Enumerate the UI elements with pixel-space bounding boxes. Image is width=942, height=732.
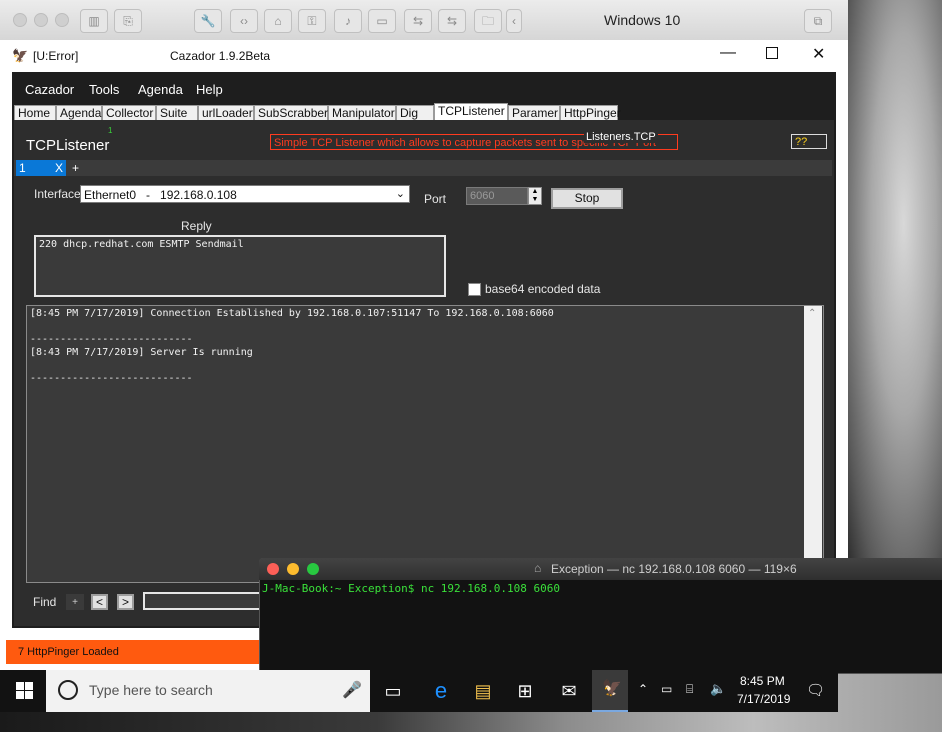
interface-value: Ethernet0 - 192.168.0.108 — [84, 188, 237, 202]
port-label: Port — [424, 192, 447, 206]
log-output[interactable]: [8:45 PM 7/17/2019] Connection Establish… — [26, 305, 824, 583]
banner-overlay: Listeners.TCP — [584, 131, 658, 143]
tab-dig[interactable]: Dig — [396, 105, 434, 121]
find-input[interactable] — [143, 592, 263, 610]
tab-collector[interactable]: Collector — [102, 105, 156, 121]
code-icon[interactable]: ‹› — [230, 9, 258, 33]
snapshot-icon[interactable]: ⎘ — [114, 9, 142, 33]
wallpaper-photo — [846, 0, 942, 560]
log-line: --------------------------- — [30, 373, 193, 384]
app-title-left: [U:Error] — [33, 49, 79, 63]
clock-time[interactable]: 8:45 PM — [740, 674, 785, 688]
drive-icon[interactable]: ⌂ — [264, 9, 292, 33]
taskbar-search-box[interactable]: Type here to search 🎤 — [46, 670, 370, 712]
panel-small-number: 1 — [108, 126, 113, 135]
status-bar: 7 HttpPinger Loaded — [6, 640, 262, 664]
find-next-button[interactable]: > — [117, 594, 134, 610]
notifications-icon[interactable]: 🗨 — [806, 681, 825, 699]
chevron-up-icon[interactable]: ⌃ — [638, 682, 648, 696]
chevron-down-icon: ⌄ — [395, 188, 405, 200]
panel-title: TCPListener — [26, 137, 110, 154]
microphone-icon[interactable]: 🎤 — [342, 680, 362, 700]
cazador-taskbar-app[interactable]: 🦅 — [592, 670, 628, 712]
close-icon[interactable]: ✕ — [812, 44, 825, 64]
tab-subscrabber[interactable]: SubScrabber — [254, 105, 328, 121]
tab-manipulator[interactable]: Manipulator — [328, 105, 396, 121]
speaker-icon[interactable]: ♪ — [334, 9, 362, 33]
maximize-icon[interactable] — [766, 47, 778, 59]
subtab-label: 1 — [19, 161, 26, 175]
folder-share-icon[interactable]: 🗀 — [474, 9, 502, 33]
menu-help[interactable]: Help — [196, 82, 223, 97]
volume-icon[interactable]: 🔈 — [710, 681, 726, 697]
find-prev-button[interactable]: < — [91, 594, 108, 610]
tab-urlloader[interactable]: urlLoader — [198, 105, 254, 121]
reply-textarea[interactable]: 220 dhcp.redhat.com ESMTP Sendmail — [34, 235, 446, 297]
log-line: --------------------------- — [30, 334, 193, 345]
task-view-icon[interactable]: ▭ — [380, 678, 406, 704]
cazador-icon: 🦅 — [602, 680, 622, 697]
usb-icon[interactable]: ⇆ — [404, 9, 432, 33]
usb2-icon[interactable]: ⇆ — [438, 9, 466, 33]
home-icon: ⌂ — [534, 561, 542, 575]
window-fullscreen-icon[interactable]: ⧉ — [804, 9, 832, 33]
stop-button[interactable]: Stop — [551, 188, 623, 209]
port-input[interactable]: 6060 — [466, 187, 528, 205]
zoom-traffic-light[interactable] — [55, 13, 69, 27]
subtab-add-icon[interactable]: + — [72, 161, 79, 175]
chevron-left-icon[interactable]: ‹ — [506, 9, 522, 33]
cortana-icon — [58, 680, 78, 700]
port-stepper[interactable]: ▲ ▼ — [528, 187, 542, 205]
log-scrollbar[interactable]: ⌃ — [804, 306, 822, 580]
terminal-title: Exception — nc 192.168.0.108 6060 — 119×… — [551, 562, 797, 576]
windows-start-icon[interactable] — [16, 682, 34, 700]
network-icon[interactable]: ⌸ — [686, 682, 693, 697]
subtab-close-icon[interactable]: X — [55, 161, 63, 175]
tab-home[interactable]: Home — [14, 105, 56, 121]
edge-icon[interactable]: e — [428, 678, 454, 704]
clock-date[interactable]: 7/17/2019 — [737, 692, 790, 706]
base64-label: base64 encoded data — [485, 282, 601, 296]
menu-tools[interactable]: Tools — [89, 82, 119, 97]
reply-label: Reply — [181, 219, 212, 233]
mail-icon[interactable]: ✉ — [556, 678, 582, 704]
app-title-center: Cazador 1.9.2Beta — [170, 49, 271, 63]
file-explorer-icon[interactable]: ▤ — [470, 678, 496, 704]
status-text: 7 HttpPinger Loaded — [18, 646, 119, 658]
tab-suite[interactable]: Suite — [156, 105, 198, 121]
sidebar-icon[interactable]: ▥ — [80, 9, 108, 33]
tab-paramer[interactable]: Paramer — [508, 105, 560, 121]
menu-cazador[interactable]: Cazador — [25, 82, 74, 97]
close-traffic-light[interactable] — [13, 13, 27, 27]
store-icon[interactable]: ⊞ — [512, 678, 538, 704]
find-add-button[interactable]: + — [66, 594, 84, 610]
minimize-traffic-light[interactable] — [34, 13, 48, 27]
subtab-strip — [14, 160, 832, 176]
help-button[interactable]: ?? — [791, 134, 827, 149]
lock-icon[interactable]: ⚿ — [298, 9, 326, 33]
tab-agenda[interactable]: Agenda — [56, 105, 102, 121]
scroll-up-icon[interactable]: ⌃ — [808, 308, 816, 319]
interface-select[interactable]: Ethernet0 - 192.168.0.108 ⌄ — [80, 185, 410, 203]
camera-icon[interactable]: ▭ — [368, 9, 396, 33]
search-placeholder: Type here to search — [89, 682, 213, 698]
terminal-prompt: J-Mac-Book:~ Exception$ nc 192.168.0.108… — [262, 582, 561, 595]
battery-icon[interactable]: ▭ — [661, 682, 672, 696]
terminal-minimize-icon[interactable] — [287, 563, 299, 575]
tab-tcplistener[interactable]: TCPListener — [434, 103, 508, 121]
menu-agenda[interactable]: Agenda — [138, 82, 183, 97]
base64-checkbox[interactable] — [468, 283, 481, 296]
terminal-zoom-icon[interactable] — [307, 563, 319, 575]
wrench-icon[interactable]: 🔧 — [194, 9, 222, 33]
tab-httppinger[interactable]: HttpPinger — [560, 105, 621, 121]
minimize-icon[interactable]: — — [720, 44, 736, 62]
app-logo-icon: 🦅 — [12, 48, 29, 63]
terminal-close-icon[interactable] — [267, 563, 279, 575]
log-line: [8:45 PM 7/17/2019] Connection Establish… — [30, 308, 554, 319]
interface-label: Interface — [34, 187, 81, 201]
vm-title: Windows 10 — [604, 12, 681, 28]
log-line: [8:43 PM 7/17/2019] Server Is running — [30, 347, 253, 358]
find-label: Find — [33, 595, 57, 609]
